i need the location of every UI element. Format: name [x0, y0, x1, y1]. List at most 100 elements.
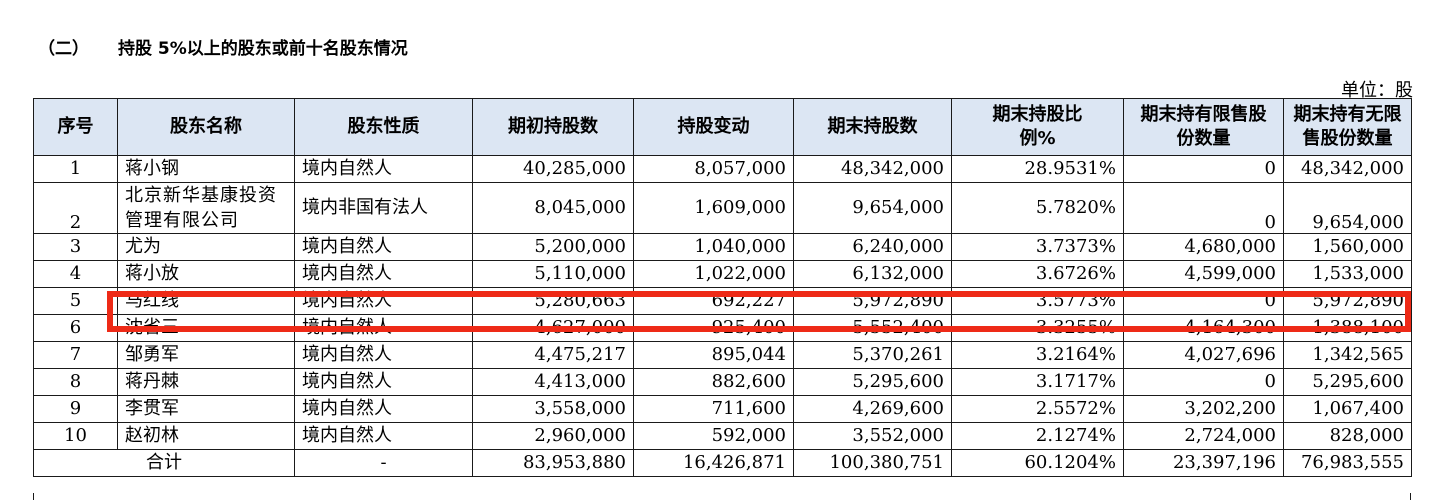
seq-cell: 3 [33, 233, 118, 261]
holder-name-cell: 北京新华基康投资管理有限公司 [117, 182, 295, 234]
closing-shares-cell: 5,552,400 [793, 314, 952, 342]
holder-name-cell: 蒋丹棘 [117, 368, 295, 396]
holder-nature-cell: 境内自然人 [294, 260, 473, 288]
holder-nature-cell: 境内自然人 [294, 395, 473, 423]
seq-cell: 6 [33, 314, 118, 342]
header-seq: 序号 [33, 98, 118, 156]
total-closing: 100,380,751 [793, 449, 952, 477]
opening-shares-cell: 3,558,000 [472, 395, 634, 423]
restricted-shares-cell: 0 [1123, 368, 1284, 396]
closing-shares-cell: 5,370,261 [793, 341, 952, 369]
restricted-shares-cell: 4,164,300 [1123, 314, 1284, 342]
total-opening: 83,953,880 [472, 449, 634, 477]
unrestricted-shares-cell: 48,342,000 [1283, 155, 1412, 183]
opening-shares-cell: 2,960,000 [472, 422, 634, 450]
header-change: 持股变动 [633, 98, 794, 156]
holder-name-cell: 马红线 [117, 287, 295, 315]
closing-shares-cell: 5,295,600 [793, 368, 952, 396]
restricted-shares-cell: 0 [1123, 287, 1284, 315]
unrestricted-shares-cell: 1,342,565 [1283, 341, 1412, 369]
closing-ratio-cell: 3.5773% [951, 287, 1124, 315]
share-change-cell: 895,044 [633, 341, 794, 369]
closing-ratio-cell: 28.9531% [951, 155, 1124, 183]
share-change-cell: 1,022,000 [633, 260, 794, 288]
header-unrestricted: 期末持有无限售股份数量 [1283, 98, 1412, 156]
seq-cell: 9 [33, 395, 118, 423]
total-unrestricted: 76,983,555 [1283, 449, 1412, 477]
opening-shares-cell: 5,200,000 [472, 233, 634, 261]
restricted-shares-cell: 0 [1123, 182, 1284, 234]
opening-shares-cell: 4,413,000 [472, 368, 634, 396]
share-change-cell: 925,400 [633, 314, 794, 342]
table-row: 1 蒋小钢 境内自然人 40,285,000 8,057,000 48,342,000 28… [33, 155, 1412, 183]
section-title: （二） 持股 5%以上的股东或前十名股东情况 [38, 34, 408, 59]
total-label: 合计 [33, 449, 295, 477]
table-row: 2 北京新华基康投资管理有限公司 境内非国有法人 8,045,000 1,609,000… [33, 182, 1412, 234]
unrestricted-shares-cell: 5,972,890 [1283, 287, 1412, 315]
closing-shares-cell: 48,342,000 [793, 155, 952, 183]
unrestricted-shares-cell: 1,067,400 [1283, 395, 1412, 423]
closing-shares-cell: 6,240,000 [793, 233, 952, 261]
section-number: （二） [38, 39, 89, 59]
seq-cell: 5 [33, 287, 118, 315]
header-holder-nature: 股东性质 [294, 98, 473, 156]
table-row: 7 邹勇军 境内自然人 4,475,217 895,044 5,370,261 3.2164… [33, 341, 1412, 369]
holder-name-cell: 邹勇军 [117, 341, 295, 369]
closing-shares-cell: 4,269,600 [793, 395, 952, 423]
table-row: 4 蒋小放 境内自然人 5,110,000 1,022,000 6,132,000 3.67… [33, 260, 1412, 288]
closing-shares-cell: 6,132,000 [793, 260, 952, 288]
seq-cell: 8 [33, 368, 118, 396]
total-ratio: 60.1204% [951, 449, 1124, 477]
holder-name-cell: 赵初林 [117, 422, 295, 450]
header-restricted: 期末持有限售股份数量 [1123, 98, 1284, 156]
holder-nature-cell: 境内自然人 [294, 233, 473, 261]
shareholders-table: 序号 股东名称 股东性质 期初持股数 持股变动 期末持股数 期末持股比例% 期末… [33, 98, 1412, 477]
closing-ratio-cell: 5.7820% [951, 182, 1124, 234]
holder-name-cell: 李贯军 [117, 395, 295, 423]
holder-name-cell: 尤为 [117, 233, 295, 261]
header-closing-shares: 期末持股数 [793, 98, 952, 156]
total-change: 16,426,871 [633, 449, 794, 477]
table-continuation [33, 493, 1411, 500]
restricted-shares-cell: 4,599,000 [1123, 260, 1284, 288]
seq-cell: 1 [33, 155, 118, 183]
restricted-shares-cell: 0 [1123, 155, 1284, 183]
restricted-shares-cell: 4,680,000 [1123, 233, 1284, 261]
closing-shares-cell: 9,654,000 [793, 182, 952, 234]
closing-ratio-cell: 3.6726% [951, 260, 1124, 288]
holder-name-cell: 沈省三 [117, 314, 295, 342]
holder-nature-cell: 境内自然人 [294, 287, 473, 315]
share-change-cell: 1,609,000 [633, 182, 794, 234]
seq-cell: 7 [33, 341, 118, 369]
closing-ratio-cell: 2.1274% [951, 422, 1124, 450]
opening-shares-cell: 5,110,000 [472, 260, 634, 288]
table-row: 5 马红线 境内自然人 5,280,663 692,227 5,972,890 3.5773… [33, 287, 1412, 315]
header-opening-shares: 期初持股数 [472, 98, 634, 156]
table-header-row: 序号 股东名称 股东性质 期初持股数 持股变动 期末持股数 期末持股比例% 期末… [33, 98, 1412, 156]
header-holder-name: 股东名称 [117, 98, 295, 156]
seq-cell: 4 [33, 260, 118, 288]
share-change-cell: 8,057,000 [633, 155, 794, 183]
table-row: 10 赵初林 境内自然人 2,960,000 592,000 3,552,000 2.127… [33, 422, 1412, 450]
holder-nature-cell: 境内自然人 [294, 368, 473, 396]
opening-shares-cell: 4,475,217 [472, 341, 634, 369]
holder-nature-cell: 境内自然人 [294, 422, 473, 450]
share-change-cell: 692,227 [633, 287, 794, 315]
restricted-shares-cell: 4,027,696 [1123, 341, 1284, 369]
seq-cell: 10 [33, 422, 118, 450]
closing-ratio-cell: 3.3255% [951, 314, 1124, 342]
closing-shares-cell: 5,972,890 [793, 287, 952, 315]
opening-shares-cell: 8,045,000 [472, 182, 634, 234]
opening-shares-cell: 4,627,000 [472, 314, 634, 342]
restricted-shares-cell: 2,724,000 [1123, 422, 1284, 450]
total-nature: - [294, 449, 473, 477]
total-restricted: 23,397,196 [1123, 449, 1284, 477]
unrestricted-shares-cell: 1,388,100 [1283, 314, 1412, 342]
header-closing-ratio: 期末持股比例% [951, 98, 1124, 156]
closing-ratio-cell: 3.2164% [951, 341, 1124, 369]
share-change-cell: 711,600 [633, 395, 794, 423]
closing-shares-cell: 3,552,000 [793, 422, 952, 450]
share-change-cell: 592,000 [633, 422, 794, 450]
holder-nature-cell: 境内自然人 [294, 155, 473, 183]
table-total-row: 合计 - 83,953,880 16,426,871 100,380,751 6… [33, 449, 1412, 477]
